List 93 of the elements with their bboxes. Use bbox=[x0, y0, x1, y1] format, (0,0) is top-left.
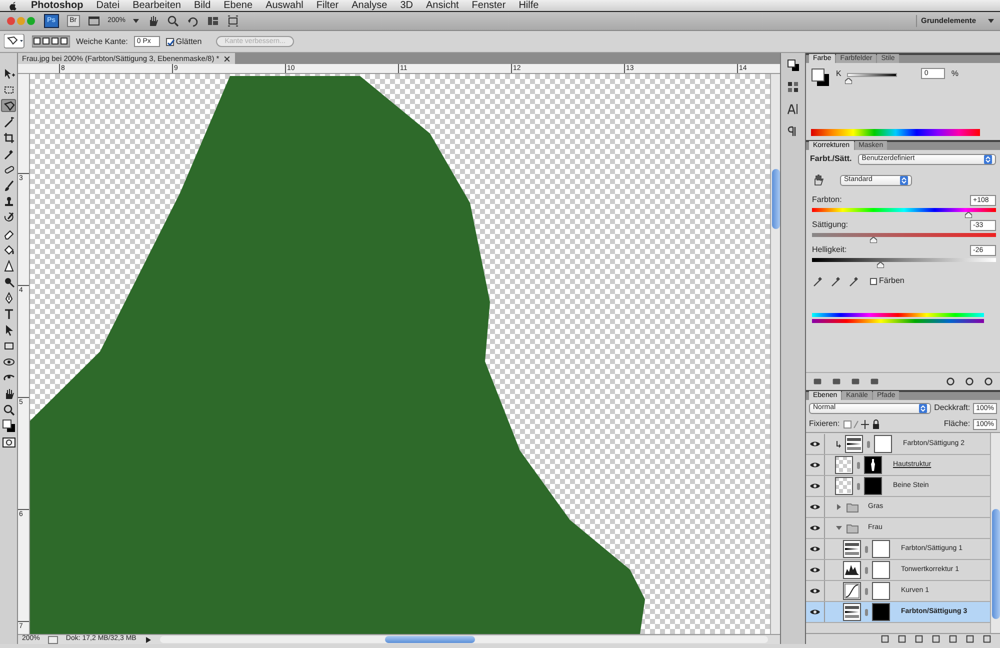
expand-arrow-icon[interactable] bbox=[144, 636, 152, 644]
move-icon[interactable] bbox=[2, 68, 14, 80]
hand-icon[interactable] bbox=[147, 15, 160, 27]
layer-thumbnail bbox=[835, 477, 853, 495]
chain-icon bbox=[856, 460, 861, 470]
scrollbar-thumb[interactable] bbox=[772, 169, 780, 229]
menu-item[interactable]: Ebene bbox=[224, 0, 253, 13]
scrollbar-thumb[interactable] bbox=[992, 509, 1000, 619]
bandage-icon[interactable] bbox=[2, 164, 14, 176]
selection-mode-icon[interactable] bbox=[32, 35, 70, 48]
color-swatches-icon[interactable] bbox=[811, 68, 830, 87]
slider-label: Helligkeit: bbox=[812, 244, 847, 256]
menu-item[interactable]: Ansicht bbox=[426, 0, 459, 13]
caret-icon[interactable] bbox=[988, 18, 994, 24]
lasso-icon[interactable] bbox=[2, 100, 14, 112]
menu-item[interactable]: Fenster bbox=[472, 0, 506, 13]
preset-label: Farbt./Sätt. bbox=[810, 153, 852, 165]
spectrum-bar[interactable] bbox=[811, 129, 980, 136]
menu-item[interactable]: Filter bbox=[316, 0, 339, 13]
colorize-checkbox[interactable] bbox=[870, 278, 877, 284]
screen-mode-icon[interactable] bbox=[227, 15, 240, 27]
opacity-label: Deckkraft: bbox=[934, 402, 970, 414]
slider-thumb[interactable] bbox=[845, 78, 852, 84]
eyedropper-icon[interactable] bbox=[2, 148, 14, 160]
layer-thumbnail bbox=[845, 435, 863, 453]
menu-item[interactable]: Bild bbox=[194, 0, 211, 13]
fill-label: Fläche: bbox=[944, 418, 970, 430]
unit-label: % bbox=[951, 68, 958, 80]
zoom-icon[interactable] bbox=[2, 404, 14, 416]
expanded-arrow-icon[interactable] bbox=[835, 524, 843, 532]
dodge-icon[interactable] bbox=[2, 276, 14, 288]
slider-label: Sättigung: bbox=[812, 219, 848, 231]
apple-icon[interactable] bbox=[8, 0, 18, 10]
pen-icon[interactable] bbox=[2, 292, 14, 304]
status-menu-icon[interactable] bbox=[48, 636, 58, 644]
stamp-icon[interactable] bbox=[2, 196, 14, 208]
menu-item[interactable]: Analyse bbox=[352, 0, 388, 13]
layer-thumbnail bbox=[835, 456, 853, 474]
stepper-icon bbox=[984, 154, 992, 164]
menu-item[interactable]: Bearbeiten bbox=[132, 0, 181, 13]
color-swatches-icon[interactable] bbox=[2, 419, 16, 433]
clip-arrow-icon bbox=[835, 440, 842, 448]
stepper-icon bbox=[919, 404, 928, 412]
checkbox-label: Glätten bbox=[176, 36, 202, 48]
eraser-icon[interactable] bbox=[2, 228, 14, 240]
chain-icon bbox=[864, 608, 869, 616]
chain-icon bbox=[864, 544, 869, 554]
menu-item[interactable]: Auswahl bbox=[266, 0, 304, 13]
scrollbar-thumb[interactable] bbox=[385, 636, 476, 643]
history-brush-icon[interactable] bbox=[2, 212, 14, 224]
arrange-icon[interactable] bbox=[207, 15, 220, 27]
layer-thumbnail bbox=[843, 540, 861, 558]
view-extras-icon[interactable] bbox=[88, 15, 100, 27]
chain-icon bbox=[864, 586, 869, 596]
menu-item[interactable]: 3D bbox=[400, 0, 413, 13]
menu-item[interactable]: Hilfe bbox=[518, 0, 539, 13]
layer-thumbnail bbox=[843, 603, 861, 621]
brush-icon[interactable] bbox=[2, 180, 14, 192]
zoom-icon[interactable] bbox=[167, 15, 180, 27]
layer-thumbnail bbox=[843, 582, 861, 600]
text-icon[interactable] bbox=[2, 308, 14, 320]
hand-adjust-icon[interactable] bbox=[812, 174, 824, 186]
feather-label: Weiche Kante: bbox=[76, 36, 128, 48]
character-icon[interactable] bbox=[787, 103, 799, 115]
chain-icon bbox=[856, 482, 861, 490]
swatches-icon[interactable] bbox=[787, 81, 799, 93]
rectangle-icon[interactable] bbox=[2, 340, 14, 352]
chain-icon bbox=[866, 440, 871, 448]
bucket-icon[interactable] bbox=[2, 244, 14, 256]
eyedropper-icon[interactable] bbox=[848, 275, 860, 287]
marquee-icon[interactable] bbox=[2, 84, 14, 96]
triangle-icon[interactable] bbox=[2, 260, 14, 272]
layer-thumbnail bbox=[843, 561, 861, 579]
collapsed-arrow-icon[interactable] bbox=[835, 503, 843, 511]
checkbox-label: Färben bbox=[879, 275, 904, 287]
caret-icon[interactable] bbox=[133, 18, 140, 24]
wand-icon[interactable] bbox=[2, 116, 14, 128]
lock-options-icon[interactable] bbox=[842, 418, 880, 430]
menu-item[interactable]: Datei bbox=[96, 0, 120, 13]
antialias-checkbox[interactable] bbox=[166, 38, 174, 46]
eyedropper-icon[interactable] bbox=[812, 275, 824, 287]
color-panel-icon[interactable] bbox=[787, 59, 799, 71]
rotate-view-icon[interactable] bbox=[187, 15, 200, 27]
app-menu[interactable]: Photoshop bbox=[31, 0, 84, 13]
crop-icon[interactable] bbox=[2, 132, 14, 144]
lock-label: Fixieren: bbox=[809, 418, 840, 430]
close-icon[interactable] bbox=[223, 54, 232, 62]
quick-mask-icon[interactable] bbox=[2, 436, 16, 449]
lasso-preset-icon[interactable] bbox=[4, 34, 26, 49]
chain-icon bbox=[864, 566, 869, 574]
stepper-icon bbox=[900, 176, 908, 184]
slider-label: Farbton: bbox=[812, 194, 842, 206]
eyedropper-icon[interactable] bbox=[830, 275, 842, 287]
